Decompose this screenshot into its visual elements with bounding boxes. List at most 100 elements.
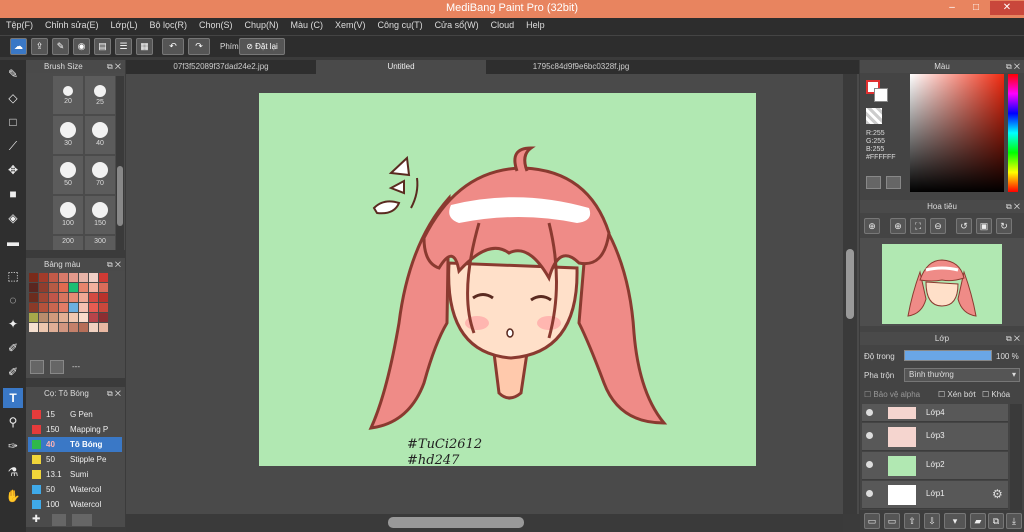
clipping-checkbox[interactable]: ☐ Xén bớt (938, 390, 976, 399)
list-icon[interactable]: ☰ (115, 38, 132, 55)
color-swatch[interactable] (29, 273, 38, 282)
tab-untitled[interactable]: Untitled (316, 60, 486, 74)
color-swatch[interactable] (79, 293, 88, 302)
color-swatch[interactable] (89, 313, 98, 322)
undo-icon[interactable]: ↶ (162, 38, 184, 55)
eye-icon[interactable] (866, 490, 873, 497)
color-swatch[interactable] (59, 303, 68, 312)
color-swatch[interactable] (69, 273, 78, 282)
brush-menu-icon[interactable] (72, 514, 92, 526)
select-rect-icon[interactable]: ⬚ (3, 266, 23, 286)
tab-document-1[interactable]: 07f3f52089f37dad24e2.jpg (126, 60, 316, 74)
color-swatch[interactable] (69, 323, 78, 332)
layer-scrollbar[interactable] (1010, 404, 1022, 510)
color-swatch[interactable] (89, 303, 98, 312)
secondary-color-swatch[interactable] (874, 88, 888, 102)
zoom-out-icon[interactable]: ⊖ (930, 218, 946, 234)
eye-icon[interactable] (866, 461, 873, 468)
fit-window-icon[interactable]: ▣ (976, 218, 992, 234)
drawing-canvas[interactable]: #TuCi2612 #hd247 (259, 93, 756, 466)
chat-icon[interactable]: ◉ (73, 38, 90, 55)
duplicate-icon[interactable]: ⧉ (988, 513, 1004, 529)
menu-filter[interactable]: Bộ lọc(R) (143, 18, 193, 30)
color-swatch[interactable] (59, 273, 68, 282)
layer-row-3[interactable]: Lớp3 (862, 423, 1008, 451)
color-swatch[interactable] (59, 293, 68, 302)
select-pen-icon[interactable]: ✐ (3, 338, 23, 358)
brush-size-70[interactable]: 70 (85, 156, 115, 194)
eye-icon[interactable] (866, 432, 873, 439)
eye-icon[interactable] (866, 409, 873, 416)
color-swatch[interactable] (99, 293, 108, 302)
move-tool-icon[interactable]: ✥ (3, 160, 23, 180)
menu-snap[interactable]: Chụp(N) (239, 18, 285, 30)
color-swatch[interactable] (99, 323, 108, 332)
brush-item[interactable]: 15 G Pen (28, 407, 122, 422)
color-swatch[interactable] (49, 293, 58, 302)
opacity-slider[interactable] (904, 350, 992, 361)
brush-add-icon[interactable]: ✚ (32, 514, 46, 526)
color-swatch[interactable] (29, 283, 38, 292)
gear-icon[interactable]: ⚙ (992, 487, 1003, 501)
panel-close-icon[interactable]: ⧉ ✕ (1006, 200, 1020, 213)
menu-window[interactable]: Cửa sổ(W) (429, 18, 485, 30)
select-eraser-icon[interactable]: ✐ (3, 362, 23, 382)
brush-size-200[interactable]: 200 (53, 236, 83, 250)
color-swatch[interactable] (89, 323, 98, 332)
magic-wand-icon[interactable]: ✦ (3, 314, 23, 334)
scroll-thumb[interactable] (846, 249, 854, 319)
menu-help[interactable]: Help (520, 18, 551, 30)
menu-file[interactable]: Tệp(F) (0, 18, 39, 30)
color-swatch[interactable] (29, 313, 38, 322)
blend-mode-select[interactable]: Bình thường ▾ (904, 368, 1020, 382)
grid-icon[interactable]: ▦ (136, 38, 153, 55)
add-swatch-icon[interactable] (30, 360, 44, 374)
eyedropper-icon[interactable]: ⚗ (3, 462, 23, 482)
color-swatch[interactable] (59, 313, 68, 322)
menu-layer[interactable]: Lớp(L) (105, 18, 144, 30)
color-swatch[interactable] (29, 303, 38, 312)
color-swatch[interactable] (49, 283, 58, 292)
line-tool-icon[interactable]: ⟋ (3, 136, 23, 156)
minimize-button[interactable]: ‒ (942, 1, 962, 15)
new-layer-icon[interactable]: ▭ (864, 513, 880, 529)
navigator-preview[interactable] (860, 238, 1024, 326)
color-swatch[interactable] (29, 323, 38, 332)
color-swatch[interactable] (59, 283, 68, 292)
color-swatch[interactable] (99, 273, 108, 282)
brush-size-300[interactable]: 300 (85, 236, 115, 250)
color-swatch[interactable] (49, 323, 58, 332)
brush-size-40[interactable]: 40 (85, 116, 115, 154)
layer-add-menu-icon[interactable]: ▾ (944, 513, 966, 529)
color-swatch[interactable] (39, 323, 48, 332)
color-swatch[interactable] (39, 313, 48, 322)
color-swatch[interactable] (39, 303, 48, 312)
color-swatch[interactable] (69, 313, 78, 322)
panel-close-icon[interactable]: ⧉ ✕ (1006, 60, 1020, 73)
protect-alpha-checkbox[interactable]: ☐ Bảo vệ alpha (864, 390, 920, 399)
brush-item[interactable]: 150 Mapping P (28, 422, 122, 437)
hand-tool-icon[interactable]: ✋ (3, 486, 23, 506)
color-swatch[interactable] (39, 283, 48, 292)
color-swatch[interactable] (79, 303, 88, 312)
color-swatch[interactable] (49, 303, 58, 312)
menu-view[interactable]: Xem(V) (329, 18, 372, 30)
color-swatch[interactable] (89, 283, 98, 292)
operation-tool-icon[interactable]: ⚲ (3, 412, 23, 432)
comment-icon[interactable]: ✎ (52, 38, 69, 55)
color-swatch[interactable] (79, 273, 88, 282)
color-swatch[interactable] (79, 283, 88, 292)
upload-icon[interactable]: ⇪ (31, 38, 48, 55)
fit-icon[interactable]: ⛶ (910, 218, 926, 234)
color-swatch[interactable] (69, 303, 78, 312)
rotate-left-icon[interactable]: ↺ (956, 218, 972, 234)
color-swatch[interactable] (89, 273, 98, 282)
horizontal-scrollbar[interactable] (126, 514, 843, 532)
transparent-color-swatch[interactable] (866, 108, 882, 124)
new-layer-alt-icon[interactable]: ▭ (884, 513, 900, 529)
color-swatch[interactable] (99, 303, 108, 312)
menu-cloud[interactable]: Cloud (485, 18, 521, 30)
color-swatch[interactable] (99, 313, 108, 322)
redo-icon[interactable]: ↷ (188, 38, 210, 55)
brush-size-25[interactable]: 25 (85, 76, 115, 114)
